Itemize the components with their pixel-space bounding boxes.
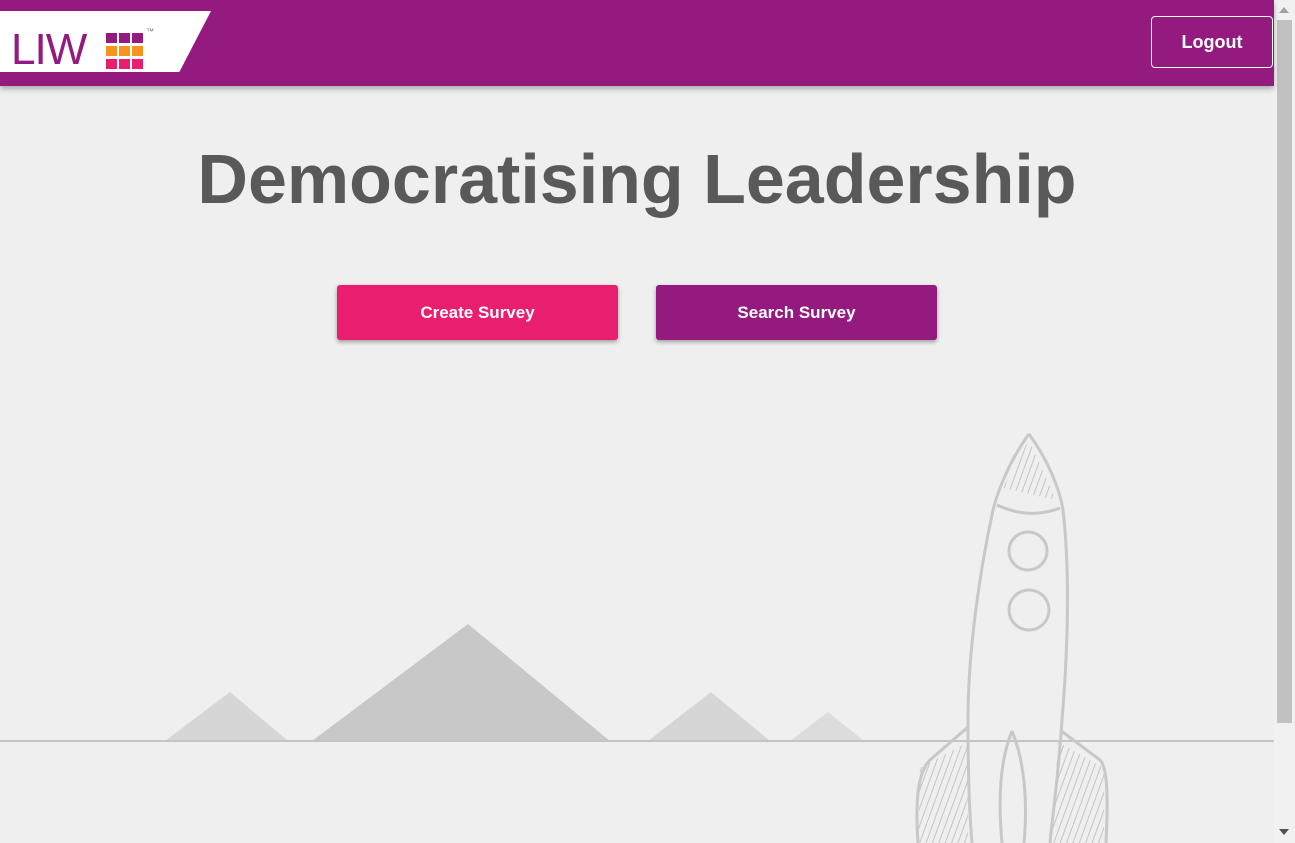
search-survey-button[interactable]: Search Survey xyxy=(656,285,937,340)
logout-button[interactable]: Logout xyxy=(1151,16,1273,68)
scrollbar-thumb[interactable] xyxy=(1277,20,1292,723)
vertical-scrollbar[interactable] xyxy=(1274,0,1295,843)
trademark-symbol: ™ xyxy=(146,27,154,36)
scroll-down-arrow-icon[interactable] xyxy=(1279,829,1289,835)
mountains-illustration xyxy=(165,624,864,741)
top-navbar: LIW ™ Logout xyxy=(0,0,1274,86)
logo-grid-icon xyxy=(106,33,146,72)
background-illustration xyxy=(0,433,1274,843)
page-title: Democratising Leadership xyxy=(197,140,1077,218)
scroll-up-arrow-icon[interactable] xyxy=(1279,7,1289,13)
create-survey-button[interactable]: Create Survey xyxy=(337,285,618,340)
logo-text: LIW xyxy=(11,25,87,74)
logo[interactable]: LIW ™ xyxy=(0,11,211,72)
rocket-illustration xyxy=(915,433,1109,843)
